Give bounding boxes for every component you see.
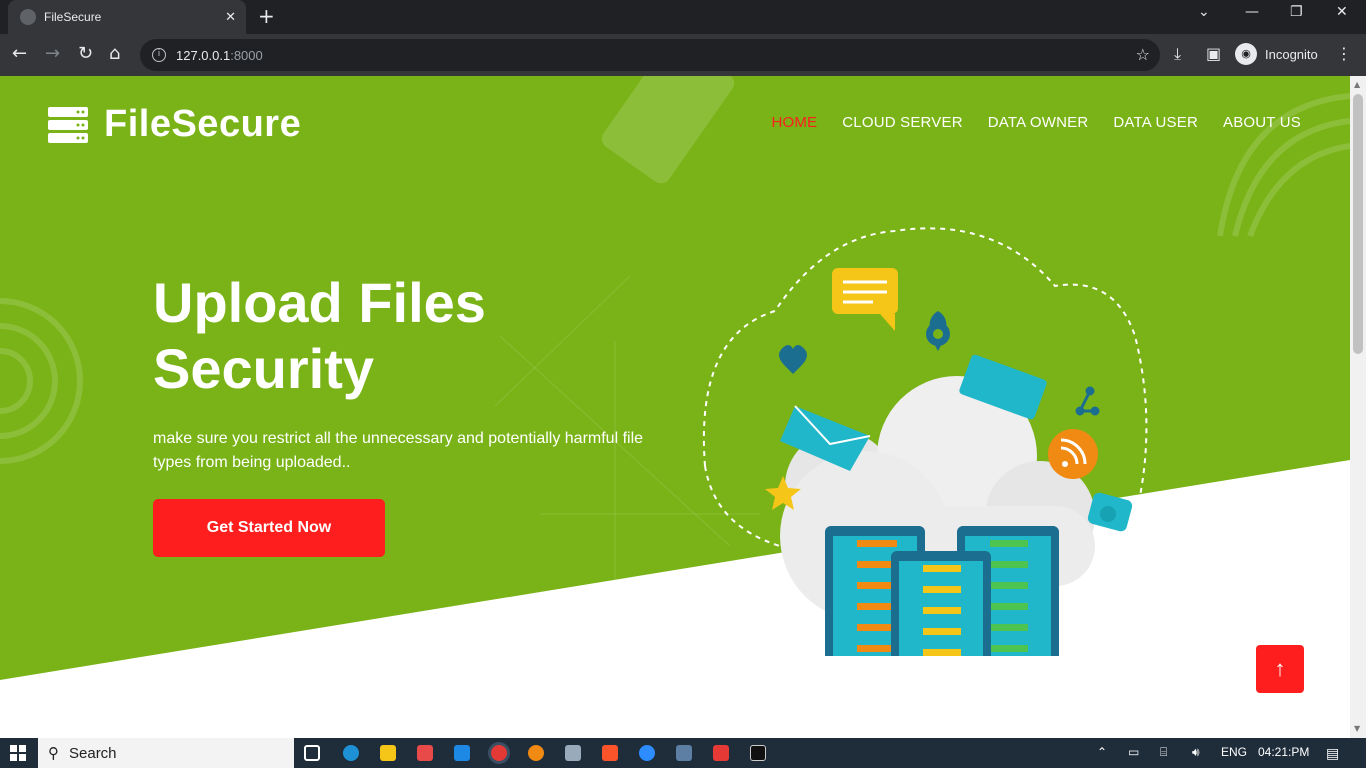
- forward-icon[interactable]: →: [45, 44, 60, 64]
- url-text: 127.0.0.1:8000: [176, 48, 263, 63]
- page-scrollbar[interactable]: ▲ ▼: [1350, 76, 1366, 738]
- share-icon: [1075, 386, 1100, 416]
- main-nav: HOME CLOUD SERVER DATA OWNER DATA USER A…: [771, 114, 1301, 131]
- restore-button[interactable]: ❐: [1290, 4, 1303, 20]
- menu-icon[interactable]: ⋮: [1336, 44, 1352, 63]
- hero-title: Upload Files Security: [153, 271, 486, 400]
- scrollbar-thumb[interactable]: [1353, 94, 1363, 354]
- zoom-icon[interactable]: [639, 745, 655, 761]
- arrow-up-icon: ↑: [1274, 656, 1286, 681]
- vscode-icon[interactable]: [454, 745, 470, 761]
- side-panel-icon[interactable]: ▣: [1206, 44, 1221, 63]
- back-to-top-button[interactable]: ↑: [1256, 645, 1304, 693]
- nav-home[interactable]: HOME: [771, 114, 817, 131]
- search-app-icon[interactable]: [528, 745, 544, 761]
- windows-taskbar: ⚲ Search ⌃ ▭ ⌸ 🔊︎ ENG 04:21:PM ▤: [0, 738, 1366, 768]
- reload-icon[interactable]: ↻: [78, 44, 93, 64]
- bookmark-star-icon[interactable]: ☆: [1136, 45, 1150, 64]
- browser-toolbar: ← → ↻ ⌂ i 127.0.0.1:8000 ☆ ⤓ ▣ ◉ Incogni…: [0, 34, 1366, 76]
- site-logo[interactable]: FileSecure: [48, 103, 301, 146]
- web-page: FileSecure HOME CLOUD SERVER DATA OWNER …: [0, 76, 1350, 738]
- hero-subtitle: make sure you restrict all the unnecessa…: [153, 430, 644, 471]
- new-tab-button[interactable]: +: [258, 6, 275, 26]
- server-rack-center: [891, 551, 991, 656]
- close-tab-icon[interactable]: ✕: [225, 10, 236, 25]
- network-icon[interactable]: ⌸: [1160, 745, 1167, 760]
- nav-data-user[interactable]: DATA USER: [1113, 114, 1198, 131]
- nav-data-owner[interactable]: DATA OWNER: [988, 114, 1089, 131]
- app-icon-3[interactable]: [676, 745, 692, 761]
- brave-icon[interactable]: [602, 745, 618, 761]
- tray-chevron-icon[interactable]: ⌃: [1097, 745, 1107, 759]
- language-indicator[interactable]: ENG: [1221, 745, 1247, 759]
- tab-title: FileSecure: [44, 10, 102, 24]
- app-icon-1[interactable]: [417, 745, 433, 761]
- heart-icon: [779, 345, 807, 374]
- site-info-icon[interactable]: i: [152, 48, 166, 62]
- get-started-button[interactable]: Get Started Now: [153, 499, 385, 557]
- incognito-indicator[interactable]: ◉ Incognito: [1235, 43, 1318, 65]
- minimize-button[interactable]: —: [1245, 4, 1259, 20]
- chrome-icon[interactable]: [491, 745, 507, 761]
- cloud-server-illustration: [702, 227, 1148, 656]
- close-window-button[interactable]: ✕: [1336, 4, 1348, 20]
- tab-search-icon[interactable]: ⌄: [1198, 4, 1210, 20]
- browser-tab[interactable]: FileSecure ✕: [8, 0, 246, 34]
- taskbar-search-label: Search: [69, 744, 117, 762]
- terminal-icon[interactable]: [750, 745, 766, 761]
- taskbar-search[interactable]: ⚲ Search: [38, 738, 294, 768]
- meet-icon[interactable]: ▭: [1128, 745, 1139, 759]
- windows-start-icon[interactable]: [10, 745, 26, 761]
- server-stack-icon: [48, 106, 88, 143]
- task-view-icon[interactable]: [304, 745, 320, 761]
- edge-icon[interactable]: [343, 745, 359, 761]
- notifications-icon[interactable]: ▤: [1326, 745, 1339, 762]
- brand-name: FileSecure: [104, 103, 302, 145]
- home-icon[interactable]: ⌂: [109, 44, 120, 64]
- scroll-down-icon[interactable]: ▼: [1354, 724, 1360, 733]
- globe-icon: [20, 9, 36, 25]
- clock[interactable]: 04:21:PM: [1258, 745, 1309, 759]
- download-icon[interactable]: ⤓: [1174, 44, 1181, 64]
- nav-cloud-server[interactable]: CLOUD SERVER: [842, 114, 963, 131]
- browser-tabbar: FileSecure ✕ + ⌄ — ❐ ✕: [0, 0, 1366, 34]
- search-icon: ⚲: [48, 744, 59, 762]
- volume-icon[interactable]: 🔊︎: [1192, 745, 1200, 760]
- app-icon-2[interactable]: [565, 745, 581, 761]
- url-host: 127.0.0.1: [176, 47, 231, 63]
- address-bar[interactable]: i 127.0.0.1:8000 ☆: [140, 39, 1160, 71]
- nav-about-us[interactable]: ABOUT US: [1223, 114, 1301, 131]
- incognito-icon: ◉: [1235, 43, 1257, 65]
- incognito-label: Incognito: [1265, 46, 1318, 62]
- back-icon[interactable]: ←: [12, 44, 27, 64]
- file-explorer-icon[interactable]: [380, 745, 396, 761]
- app-icon-4[interactable]: [713, 745, 729, 761]
- url-port: :8000: [230, 47, 263, 63]
- scroll-up-icon[interactable]: ▲: [1354, 80, 1360, 89]
